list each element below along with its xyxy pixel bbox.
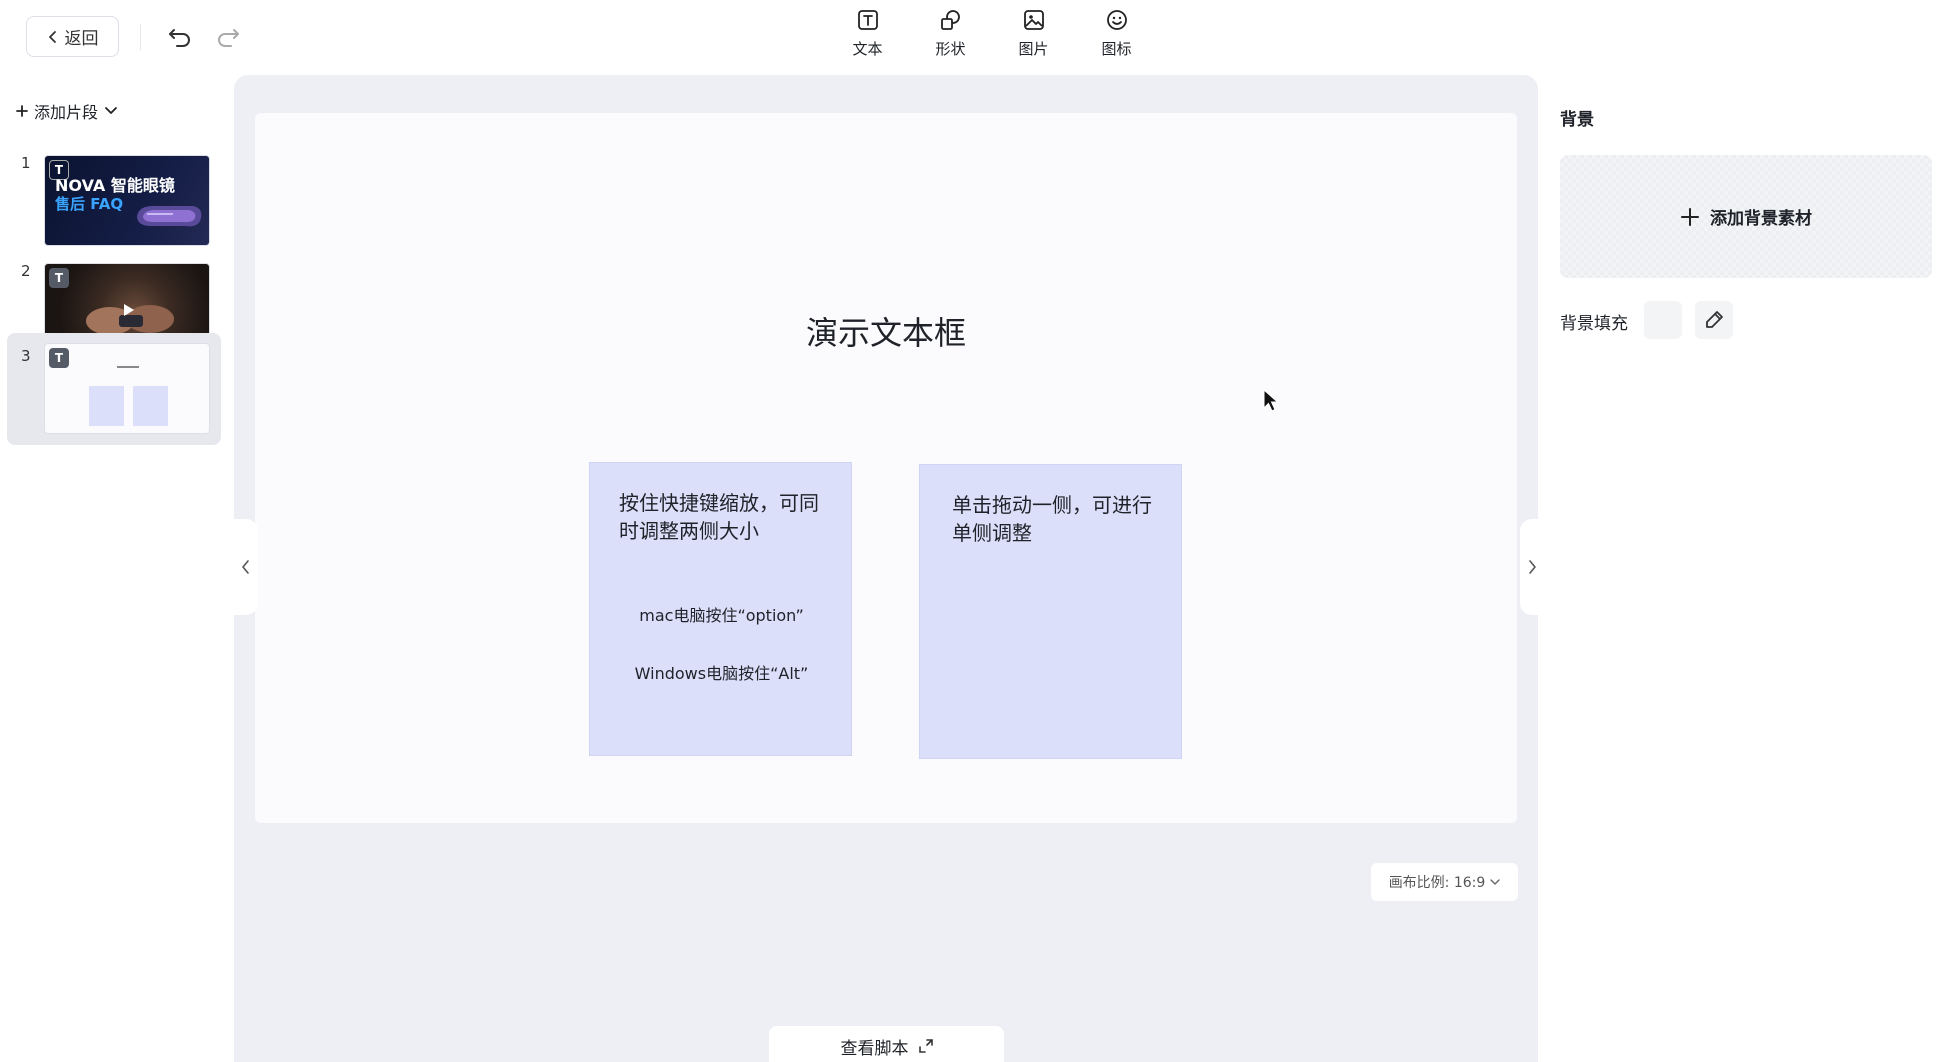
- text-box-scale-both[interactable]: 按住快捷键缩放，可同时调整两侧大小 mac电脑按住“option” Window…: [589, 462, 852, 756]
- slide-thumbnail-1[interactable]: 1 T NOVA 智能眼镜 售后 FAQ: [7, 147, 221, 259]
- slide-canvas[interactable]: 演示文本框 按住快捷键缩放，可同时调整两侧大小 mac电脑按住“option” …: [255, 113, 1517, 823]
- emoji-icon: [1106, 10, 1127, 30]
- eyedropper-button[interactable]: [1695, 301, 1733, 339]
- undo-button[interactable]: [165, 22, 195, 52]
- canvas-title-text[interactable]: 演示文本框: [255, 308, 1517, 354]
- view-script-label: 查看脚本: [840, 1038, 909, 1059]
- chevron-right-icon: [1529, 560, 1536, 574]
- redo-button[interactable]: [213, 22, 243, 52]
- back-button[interactable]: 返回: [26, 16, 119, 57]
- tool-icon[interactable]: 图标: [1075, 8, 1158, 59]
- add-background-button[interactable]: 添加背景素材: [1560, 155, 1932, 278]
- undo-icon: [169, 29, 190, 47]
- canvas-ratio-label: 画布比例: 16:9: [1388, 875, 1486, 891]
- slide-number: 2: [21, 262, 31, 280]
- chevron-left-icon: [242, 560, 249, 574]
- tool-text-label: 文本: [852, 40, 883, 58]
- canvas-ratio-select[interactable]: 画布比例: 16:9: [1371, 863, 1518, 901]
- text-badge: T: [49, 268, 69, 288]
- text-badge: T: [49, 348, 69, 368]
- add-segment-label: 添加片段: [34, 103, 99, 122]
- add-segment-button[interactable]: 添加片段: [16, 99, 118, 123]
- mouse-cursor-icon: [1263, 389, 1279, 412]
- slide-thumbnail-3[interactable]: 3 T: [7, 333, 221, 445]
- slide-preview: T NOVA 智能眼镜 售后 FAQ: [44, 155, 210, 246]
- properties-panel: 背景 添加背景素材 背景填充: [1538, 75, 1952, 1062]
- view-script-button[interactable]: 查看脚本: [769, 1026, 1004, 1062]
- chevron-down-icon: [1490, 879, 1500, 885]
- chevron-left-icon: [48, 30, 56, 43]
- collapse-left-panel-button[interactable]: [234, 519, 258, 615]
- tool-shape[interactable]: 形状: [909, 8, 992, 59]
- box-note-windows: Windows电脑按住“Alt”: [634, 664, 809, 683]
- mini-box-a: [89, 386, 124, 426]
- eyedropper-icon: [1706, 311, 1723, 328]
- slide-preview: T: [44, 343, 210, 434]
- segment-sidebar: 添加片段 1 T NOVA 智能眼镜 售后 FAQ 2 T 3 T: [0, 75, 234, 1062]
- box-heading: 按住快捷键缩放，可同时调整两侧大小: [619, 491, 819, 543]
- mini-box-b: [133, 386, 168, 426]
- top-toolbar: 返回 文本 形状 图片 图标: [0, 0, 1952, 75]
- slide-title-line2: 售后 FAQ: [55, 195, 124, 213]
- back-button-label: 返回: [64, 29, 99, 49]
- add-background-label: 添加背景素材: [1710, 209, 1812, 229]
- slide-number: 3: [21, 347, 31, 365]
- glasses-image: [137, 206, 202, 227]
- chevron-down-icon: [105, 107, 117, 114]
- play-icon: [124, 304, 134, 316]
- slide-number: 1: [21, 154, 31, 172]
- background-fill-label: 背景填充: [1560, 314, 1628, 334]
- toolbar-divider: [140, 24, 141, 50]
- plus-icon: [1681, 207, 1699, 226]
- insert-tools: 文本 形状 图片 图标: [826, 8, 1158, 59]
- tool-image[interactable]: 图片: [992, 8, 1075, 59]
- shape-icon: [940, 10, 960, 30]
- tool-image-label: 图片: [1018, 40, 1049, 58]
- tool-shape-label: 形状: [935, 40, 966, 58]
- image-icon: [1023, 10, 1044, 30]
- background-color-swatch[interactable]: [1644, 301, 1682, 339]
- plus-icon: [16, 105, 28, 117]
- background-section-title: 背景: [1560, 110, 1594, 130]
- text-box-scale-one-side[interactable]: 单击拖动一侧，可进行单侧调整: [919, 464, 1182, 759]
- tool-text[interactable]: 文本: [826, 8, 909, 59]
- box-heading: 单击拖动一侧，可进行单侧调整: [952, 493, 1152, 545]
- expand-icon: [918, 1039, 933, 1053]
- tool-icon-label: 图标: [1101, 40, 1132, 58]
- mini-title: [117, 366, 139, 368]
- box-note-mac: mac电脑按住“option”: [639, 606, 804, 625]
- redo-icon: [218, 29, 239, 47]
- text-icon: [857, 10, 878, 30]
